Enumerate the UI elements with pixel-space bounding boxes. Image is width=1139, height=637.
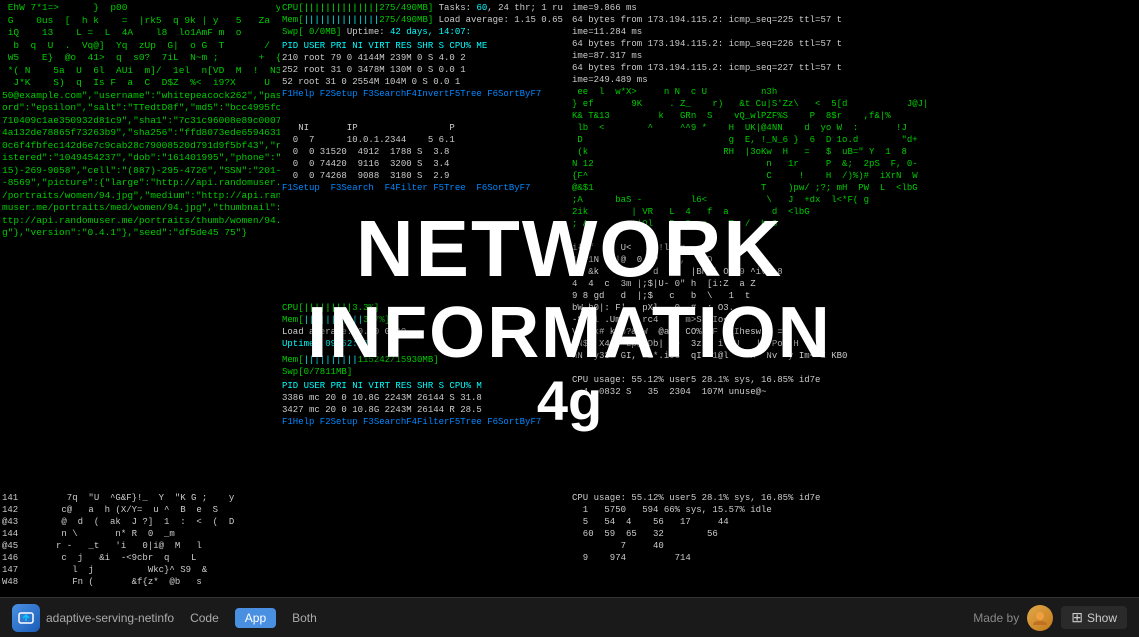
htop-center-bot: CPU[|||||||||3.3%] Mem[|||||||||||3.7%] … [280,300,570,470]
htop-center-top: CPU[||||||||||||||275/490MB] Tasks: 60, … [280,0,570,120]
avatar [1027,605,1053,631]
app-tab-button[interactable]: App [235,608,276,628]
show-label: Show [1087,611,1117,625]
toolbar-right: Made by ⊞ Show [973,605,1127,631]
both-tab-button[interactable]: Both [282,608,327,628]
show-icon: ⊞ [1071,609,1083,626]
code-tab-button[interactable]: Code [180,608,229,628]
show-button[interactable]: ⊞ Show [1061,606,1127,629]
bottom-toolbar: adaptive-serving-netinfo Code App Both M… [0,597,1139,637]
app-name-label: adaptive-serving-netinfo [46,611,174,625]
terminal-bottom-right: CPU usage: 55.12% user5 28.1% sys, 16.85… [570,490,1139,590]
htop-center-mid: NI IP P 0 7 10.0.1.2344 5 6.1 0 0 31520 … [280,120,570,300]
made-by-label: Made by [973,611,1019,625]
toolbar-left: adaptive-serving-netinfo Code App Both [12,604,973,632]
app-icon [12,604,40,632]
terminal-bottom-left: 141 7q "U ^G&F}!_ Y "K G ; y 142 c@ a h … [0,490,570,590]
terminal-background: EhW 7*1=> } p00 y hC k [h0 ( 9 z G 0us [… [0,0,1139,637]
